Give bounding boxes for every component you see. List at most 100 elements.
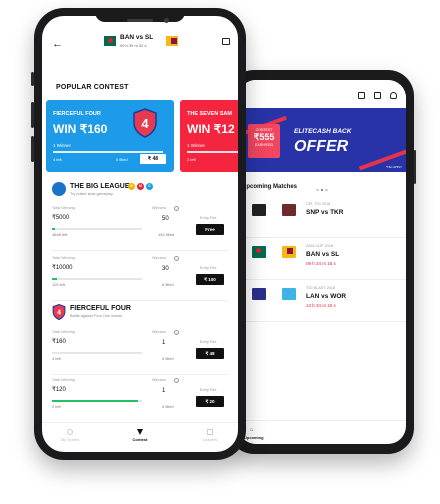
contest-row[interactable]: Total Winning ₹5000 4848 left Winners i …	[52, 206, 228, 252]
spots-filled: 152 filled	[158, 232, 175, 237]
info-icon[interactable]: i	[174, 330, 179, 335]
info-icon[interactable]: i	[174, 206, 179, 211]
sri-lanka-flag	[166, 36, 178, 46]
volume-switch	[31, 72, 34, 86]
league-badge: G	[128, 183, 135, 190]
bangladesh-flag	[104, 36, 116, 46]
popular-contest-title: POPULAR CONTEST	[56, 84, 129, 91]
offer-coupon: CONTEST ₹555 EARN₹333	[248, 124, 280, 158]
contest-row[interactable]: Total Winning ₹10000 119 left Winners i …	[52, 256, 228, 302]
winners-value: 1	[162, 340, 166, 346]
power-button	[414, 150, 416, 184]
league-subtitle: Try online slots gameplay	[70, 192, 113, 196]
shield-icon: 4	[133, 108, 157, 138]
contest-row[interactable]: Total Winning ₹160 4 left Winners i 1 0 …	[52, 330, 228, 376]
info-icon[interactable]: i	[174, 256, 179, 261]
offer-banner[interactable]: CONTEST ₹555 EARN₹333 ELITECASH BACK OFF…	[238, 108, 406, 172]
match-series: CPL T20 2018	[306, 202, 331, 206]
entry-fee-label: Entry Fee	[200, 266, 217, 270]
card-fee-button[interactable]: ₹ 48	[140, 154, 166, 164]
coupon-amount: ₹555	[253, 132, 275, 142]
match-timer: 09 h 34 m 15 s	[306, 261, 336, 266]
offer-title: OFFER	[294, 138, 349, 155]
front-phone: ← BAN vs SL 09 h 39 m 02 s POPULAR CONTE…	[31, 8, 246, 460]
join-button[interactable]: ₹ 48	[196, 348, 224, 359]
front-screen: ← BAN vs SL 09 h 39 m 02 s POPULAR CONTE…	[42, 16, 238, 452]
coupon-earn: EARN₹333	[255, 143, 273, 147]
home-icon[interactable]: ⌂	[250, 427, 253, 433]
offer-headline: ELITECASH BACK	[294, 128, 352, 135]
match-series: T20 BLAST 2018	[306, 286, 336, 290]
match-countdown: 09 h 39 m 02 s	[120, 43, 147, 48]
nav-upcoming[interactable]: Upcoming	[244, 435, 264, 440]
contest-row[interactable]: Total Winning ₹120 2 left Winners i 1 0 …	[52, 378, 228, 424]
back-top-bar	[238, 80, 406, 108]
svg-text:4: 4	[57, 310, 61, 317]
winners-label: Winners	[152, 378, 166, 382]
volume-down-button	[31, 136, 34, 162]
nav-label: Leaders	[202, 437, 218, 442]
card-progress	[187, 151, 238, 153]
match-row[interactable]: ASIA CUP 2018 BAN vs SL 09 h 34 m 15 s	[238, 240, 406, 280]
card-filled: 0 filled	[116, 157, 128, 162]
wallet-icon[interactable]	[358, 92, 365, 99]
svg-text:4: 4	[141, 116, 149, 131]
card-prize: WIN ₹160	[53, 122, 108, 136]
total-winning-value: ₹160	[52, 339, 66, 345]
match-teams: BAN vs SL	[306, 251, 340, 258]
league-subtitle: Battle against Four One winner	[70, 314, 123, 318]
shield-icon: 4	[52, 304, 66, 320]
progress-track	[52, 228, 142, 230]
carousel-dots	[42, 174, 238, 187]
back-arrow-icon[interactable]: ←	[52, 38, 63, 50]
nav-contest[interactable]: Contest	[120, 429, 160, 442]
info-icon[interactable]: i	[174, 378, 179, 383]
progress-fill	[52, 228, 55, 230]
divider	[52, 250, 228, 251]
spots-filled: 6 filled	[162, 282, 174, 287]
total-winning-value: ₹10000	[52, 265, 73, 271]
card-winners: 1 Winner	[187, 143, 206, 148]
nav-my-teams[interactable]: My Teams	[50, 429, 90, 442]
notification-icon[interactable]	[374, 92, 381, 99]
match-teams: SNP vs TKR	[306, 209, 344, 216]
volume-up-button	[31, 102, 34, 128]
winners-value: 50	[162, 216, 169, 222]
wallet-icon[interactable]	[222, 38, 230, 45]
upcoming-matches-title: Upcoming Matches	[242, 184, 298, 190]
league-name: THE BIG LEAGUE	[70, 183, 130, 190]
progress-fill	[52, 400, 138, 402]
total-winning-label: Total Winning	[52, 378, 75, 382]
team-icon	[67, 429, 73, 435]
league-badge: M	[137, 183, 144, 190]
match-title: BAN vs SL	[120, 34, 154, 41]
entry-fee-label: Entry Fee	[200, 216, 217, 220]
entry-fee-label: Entry Fee	[200, 340, 217, 344]
contest-card[interactable]: THE SEVEN SAM WIN ₹12 1 Winner 2 left	[180, 100, 238, 172]
join-button[interactable]: ₹ 100	[196, 274, 224, 285]
card-winners: 1 Winner	[53, 143, 72, 148]
trophy-icon	[137, 429, 143, 435]
nav-label: Contest	[132, 437, 148, 442]
nav-leaders[interactable]: Leaders	[190, 429, 230, 442]
bell-icon[interactable]	[390, 92, 397, 99]
join-button[interactable]: ₹ 20	[196, 396, 224, 407]
back-phone: CONTEST ₹555 EARN₹333 ELITECASH BACK OFF…	[228, 70, 416, 454]
sri-lanka-flag	[282, 246, 296, 258]
bottom-nav: My Teams Contest Leaders	[42, 422, 238, 452]
progress-fill	[52, 278, 57, 280]
match-row[interactable]: CPL T20 2018 SNP vs TKR	[238, 198, 406, 238]
match-info: BAN vs SL 09 h 39 m 02 s	[104, 32, 184, 54]
winners-label: Winners	[152, 206, 166, 210]
spots-left: 119 left	[52, 282, 65, 287]
spots-filled: 0 filled	[162, 356, 174, 361]
contest-card[interactable]: FIERCEFUL FOUR WIN ₹160 4 1 Winner 4 lef…	[46, 100, 174, 172]
total-winning-value: ₹120	[52, 387, 66, 393]
league-badge: C	[146, 183, 153, 190]
join-button[interactable]: Free	[196, 224, 224, 235]
nav-label: My Teams	[60, 437, 80, 442]
card-left: 4 left	[53, 157, 62, 162]
league-logo	[52, 182, 66, 196]
match-row[interactable]: T20 BLAST 2018 LAN vs WOR 13 h 34 m 15 s	[238, 282, 406, 322]
back-bottom-nav: ⌂ Upcoming	[238, 420, 406, 444]
